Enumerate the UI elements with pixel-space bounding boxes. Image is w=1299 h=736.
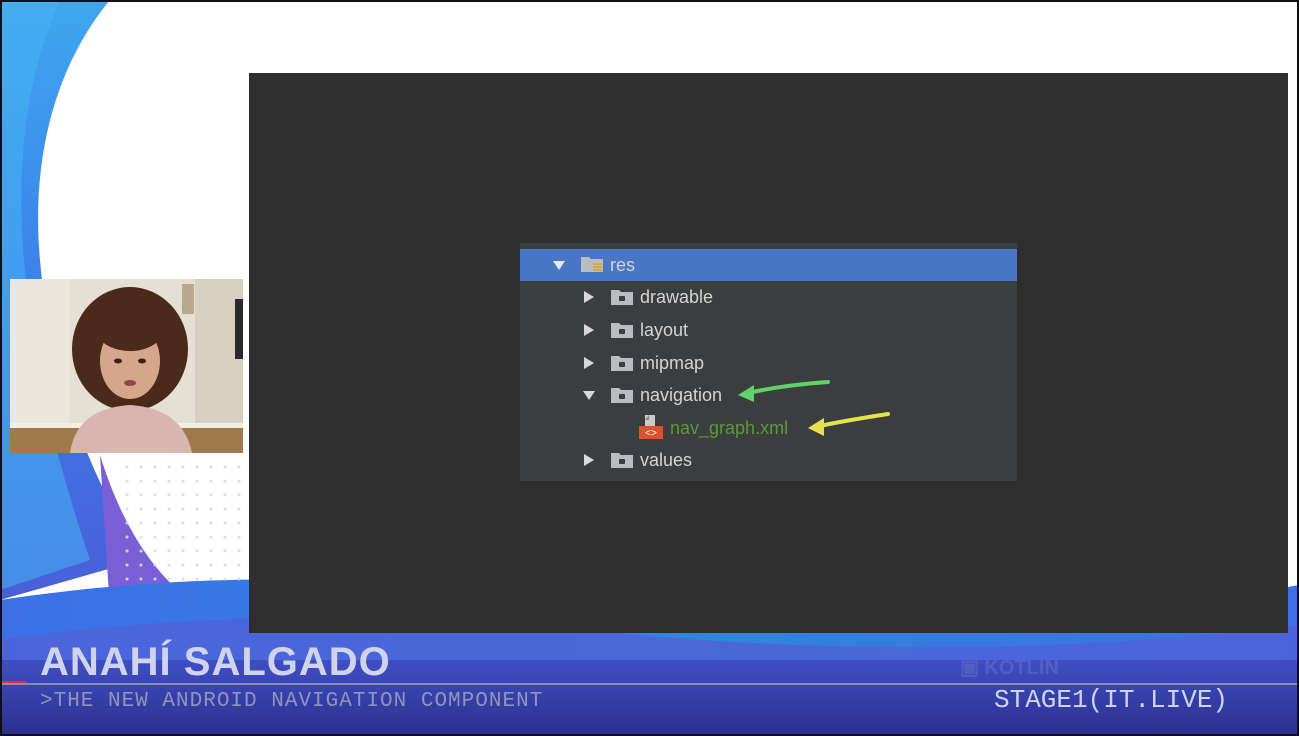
expand-arrow-down-icon[interactable]: [552, 258, 566, 272]
dot-pattern: [120, 460, 250, 590]
xml-file-icon: <>: [638, 414, 664, 440]
speaker-name: ANAHÍ SALGADO: [40, 640, 391, 684]
expand-arrow-right-icon[interactable]: [582, 323, 596, 337]
svg-text:<>: <>: [645, 429, 657, 440]
tree-row-nav-graph[interactable]: <> nav_graph.xml: [520, 412, 1017, 444]
tree-row-layout[interactable]: layout: [520, 314, 1017, 346]
arrow-annotation-icon: [738, 380, 830, 402]
expand-arrow-right-icon[interactable]: [582, 356, 596, 370]
expand-arrow-down-icon[interactable]: [582, 388, 596, 402]
talk-title: >THE NEW ANDROID NAVIGATION COMPONENT: [40, 690, 544, 713]
tree-label-mipmap: mipmap: [640, 353, 705, 373]
event-logo-watermark: ▣ KOTLIN: [960, 657, 1059, 679]
tree-label-drawable: drawable: [640, 287, 714, 307]
folder-icon: [610, 451, 634, 469]
res-folder-icon: [580, 255, 604, 273]
video-frame: res drawable layout mipmap navigation <>…: [0, 0, 1299, 736]
arrow-annotation-icon: [808, 412, 890, 436]
tree-label-layout: layout: [640, 320, 689, 340]
expand-arrow-right-icon[interactable]: [582, 290, 596, 304]
folder-icon: [610, 321, 634, 339]
project-tree-panel: res drawable layout mipmap navigation <>…: [520, 240, 1017, 481]
tree-label-nav-graph: nav_graph.xml: [670, 418, 789, 438]
tree-label-navigation: navigation: [640, 385, 723, 405]
event-stage-label: STAGE1(IT.LIVE): [994, 685, 1229, 715]
folder-icon: [610, 288, 634, 306]
speaker-webcam: [10, 279, 243, 453]
tree-label-values: values: [640, 450, 693, 470]
tree-row-drawable[interactable]: drawable: [520, 281, 1017, 313]
tree-row-values[interactable]: values: [520, 444, 1017, 476]
tree-row-res[interactable]: res: [520, 249, 1017, 281]
expand-arrow-right-icon[interactable]: [582, 453, 596, 467]
folder-icon: [610, 354, 634, 372]
folder-icon: [610, 386, 634, 404]
tree-label-res: res: [610, 255, 636, 275]
